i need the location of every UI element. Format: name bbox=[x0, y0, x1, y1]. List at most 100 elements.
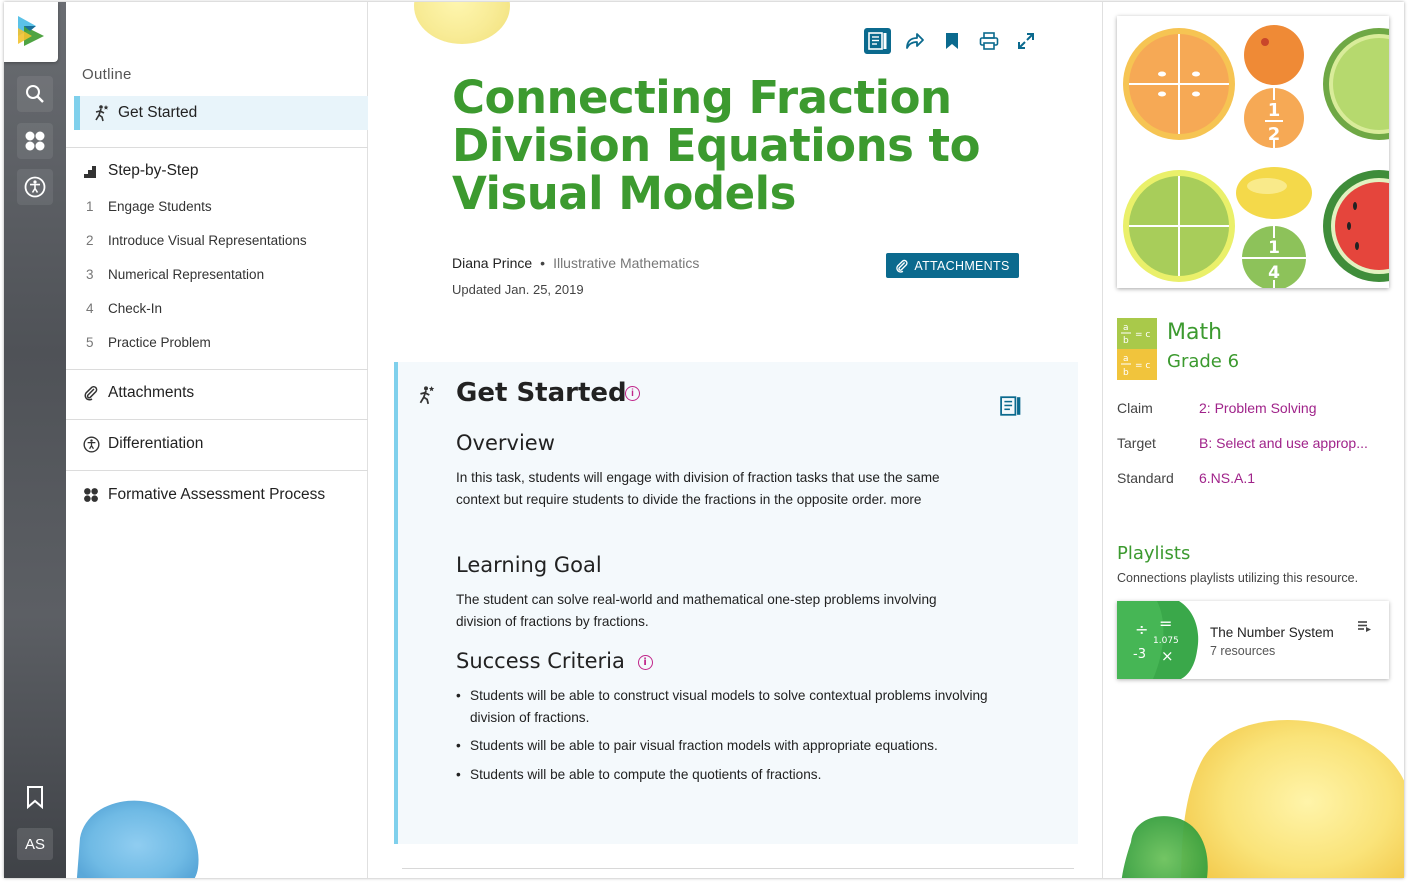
organization-name[interactable]: Illustrative Mathematics bbox=[553, 255, 699, 271]
overview-more-link[interactable]: more bbox=[891, 492, 922, 507]
svg-text:b: b bbox=[1123, 368, 1129, 378]
standard-row: Standard 6.NS.A.1 bbox=[1117, 470, 1255, 486]
outline-step-4[interactable]: 4 Check-In bbox=[86, 301, 162, 316]
outline-item-get-started[interactable]: Get Started bbox=[74, 96, 368, 130]
app-frame: AS Outline Get Started Step-by-Step 1 En… bbox=[4, 2, 1404, 878]
playlist-icon bbox=[1357, 619, 1371, 637]
info-icon[interactable]: i bbox=[637, 655, 653, 670]
step-label: Practice Problem bbox=[108, 335, 211, 350]
outline-section-formative-assessment[interactable]: Formative Assessment Process bbox=[82, 486, 325, 504]
outline-title: Outline bbox=[82, 66, 132, 83]
divider bbox=[66, 147, 368, 148]
share-button[interactable] bbox=[901, 28, 928, 54]
playlist-count: 7 resources bbox=[1210, 644, 1276, 658]
fraction-denominator: 4 bbox=[1268, 263, 1280, 283]
get-started-card: Get Started i Overview In this task, stu… bbox=[394, 362, 1078, 844]
fraction-numerator: 1 bbox=[1268, 238, 1280, 258]
subject-name: Math bbox=[1167, 320, 1223, 345]
playlist-thumb-negative: -3 bbox=[1133, 647, 1146, 662]
step-number: 4 bbox=[86, 301, 94, 316]
logo-icon bbox=[18, 16, 44, 46]
outline-step-5[interactable]: 5 Practice Problem bbox=[86, 335, 211, 350]
section-label: Attachments bbox=[108, 384, 195, 401]
search-button[interactable] bbox=[17, 76, 53, 112]
standard-label: Standard bbox=[1117, 470, 1174, 486]
user-avatar[interactable]: AS bbox=[17, 828, 53, 860]
success-criteria-label: Success Criteria bbox=[456, 649, 625, 673]
attachments-button[interactable]: ATTACHMENTS bbox=[886, 253, 1019, 278]
page-title: Connecting Fraction Division Equations t… bbox=[452, 71, 980, 220]
get-started-icon bbox=[416, 384, 436, 411]
book-icon bbox=[867, 32, 886, 50]
bookmark-icon bbox=[27, 786, 43, 809]
apps-icon bbox=[82, 487, 100, 503]
outline-step-3[interactable]: 3 Numerical Representation bbox=[86, 267, 264, 282]
target-value[interactable]: B: Select and use approp... bbox=[1199, 435, 1368, 451]
playlist-card[interactable]: ÷ = 1.075 -3 × The Number System 7 resou… bbox=[1117, 601, 1389, 679]
svg-text:×: × bbox=[1161, 647, 1174, 665]
playlist-thumb-value: 1.075 bbox=[1153, 636, 1179, 646]
accessibility-icon bbox=[24, 176, 46, 198]
overview-text: In this task, students will engage with … bbox=[456, 467, 956, 510]
playlist-name: The Number System bbox=[1210, 625, 1334, 640]
math-subject-icon: a b = c a b = c bbox=[1117, 318, 1157, 380]
bookmarks-button[interactable] bbox=[17, 779, 53, 815]
separator-dot: • bbox=[540, 255, 546, 271]
claim-label: Claim bbox=[1117, 400, 1153, 416]
print-button[interactable] bbox=[975, 28, 1002, 54]
step-number: 1 bbox=[86, 199, 94, 214]
section-label: Step-by-Step bbox=[108, 162, 199, 179]
success-criteria-heading: Success Criteria i bbox=[456, 649, 653, 673]
outline-section-step-by-step[interactable]: Step-by-Step bbox=[82, 162, 198, 180]
author-name[interactable]: Diana Prince bbox=[452, 255, 532, 271]
target-row: Target B: Select and use approp... bbox=[1117, 435, 1368, 451]
divider bbox=[402, 868, 1074, 869]
paperclip-icon bbox=[82, 385, 100, 401]
info-icon[interactable]: i bbox=[625, 386, 640, 401]
svg-text:=: = bbox=[1159, 614, 1172, 633]
step-number: 2 bbox=[86, 233, 94, 248]
fullscreen-button[interactable] bbox=[1012, 28, 1039, 54]
svg-text:= c: = c bbox=[1135, 361, 1150, 371]
outline-step-2[interactable]: 2 Introduce Visual Representations bbox=[86, 233, 307, 248]
success-criteria-list: Students will be able to construct visua… bbox=[456, 685, 996, 792]
outline-section-attachments[interactable]: Attachments bbox=[82, 384, 194, 402]
outline-step-1[interactable]: 1 Engage Students bbox=[86, 199, 212, 214]
details-panel: 1 2 1 4 a b = c a b = c Math Grade 6 Cla… bbox=[1102, 2, 1404, 878]
get-started-icon bbox=[92, 104, 110, 122]
steps-icon bbox=[82, 164, 100, 178]
subject-block: a b = c a b = c Math Grade 6 bbox=[1117, 318, 1239, 380]
updated-date: Updated Jan. 25, 2019 bbox=[452, 282, 584, 297]
content-toolbar bbox=[864, 28, 1039, 54]
svg-text:b: b bbox=[1123, 336, 1129, 346]
fruit-illustration: 1 2 1 4 bbox=[1123, 25, 1389, 288]
overview-heading: Overview bbox=[456, 431, 555, 455]
target-label: Target bbox=[1117, 435, 1156, 451]
accessibility-button[interactable] bbox=[17, 169, 53, 205]
standard-value[interactable]: 6.NS.A.1 bbox=[1199, 470, 1255, 486]
reader-view-button[interactable] bbox=[864, 28, 891, 54]
app-logo[interactable] bbox=[4, 2, 58, 62]
reader-view-icon[interactable] bbox=[1000, 396, 1022, 421]
divider bbox=[66, 369, 368, 370]
claim-value[interactable]: 2: Problem Solving bbox=[1199, 400, 1317, 416]
step-label: Check-In bbox=[108, 301, 163, 316]
expand-icon bbox=[1017, 33, 1034, 49]
outline-section-differentiation[interactable]: Differentiation bbox=[82, 435, 203, 453]
step-label: Numerical Representation bbox=[108, 267, 265, 282]
decorative-splash bbox=[1121, 720, 1404, 878]
outline-item-label: Get Started bbox=[118, 104, 198, 121]
list-item: Students will be able to pair visual fra… bbox=[456, 735, 996, 757]
svg-text:a: a bbox=[1123, 354, 1129, 364]
claim-row: Claim 2: Problem Solving bbox=[1117, 400, 1317, 416]
share-icon bbox=[905, 33, 924, 49]
apps-button[interactable] bbox=[17, 123, 53, 159]
step-label: Introduce Visual Representations bbox=[108, 233, 307, 248]
fraction-denominator: 2 bbox=[1268, 124, 1281, 145]
bookmark-button[interactable] bbox=[938, 28, 965, 54]
resource-thumbnail: 1 2 1 4 bbox=[1117, 16, 1389, 288]
divider bbox=[66, 419, 368, 420]
step-number: 5 bbox=[86, 335, 94, 350]
playlists-heading: Playlists bbox=[1117, 543, 1191, 564]
paperclip-icon bbox=[896, 259, 908, 273]
